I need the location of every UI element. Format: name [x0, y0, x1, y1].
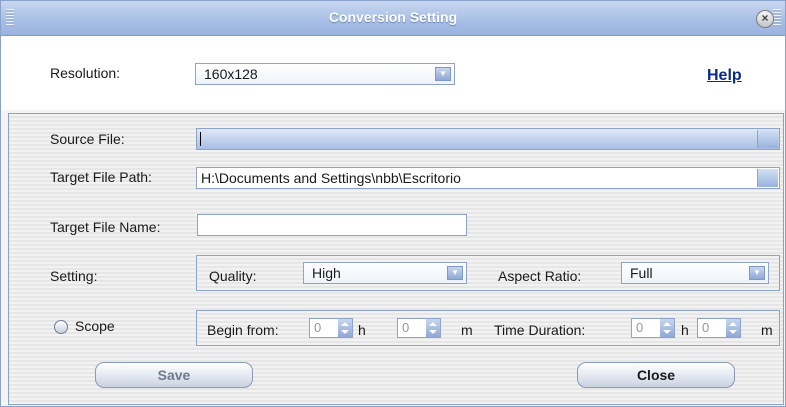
text-caret: [200, 132, 201, 146]
aspect-ratio-value: Full: [630, 265, 653, 281]
chevron-down-icon[interactable]: ▼: [749, 266, 765, 280]
spinner-arrows-icon[interactable]: [426, 319, 440, 337]
duration-minutes-unit: m: [761, 322, 773, 338]
resolution-label: Resolution:: [50, 65, 121, 81]
title-bar[interactable]: Conversion Setting ×: [1, 1, 785, 36]
window-title: Conversion Setting: [328, 9, 458, 25]
target-name-input[interactable]: [197, 214, 467, 236]
spinner-arrows-icon[interactable]: [660, 319, 674, 337]
resolution-value: 160x128: [204, 66, 258, 82]
begin-minutes-spinner[interactable]: 0: [397, 318, 441, 338]
target-path-label: Target File Path:: [50, 169, 152, 185]
resolution-select[interactable]: 160x128 ▼: [195, 63, 455, 85]
quality-value: High: [312, 265, 341, 281]
conversion-setting-window: Conversion Setting × Resolution: 160x128…: [0, 0, 786, 407]
duration-minutes-spinner[interactable]: 0: [697, 318, 741, 338]
chevron-down-icon[interactable]: ▼: [435, 67, 451, 81]
spinner-arrows-icon[interactable]: [726, 319, 740, 337]
duration-hours-spinner[interactable]: 0: [631, 318, 675, 338]
time-duration-label: Time Duration:: [494, 322, 586, 338]
scope-group: Begin from: 0 h 0 m Time Duration: 0 h 0…: [196, 310, 780, 346]
source-file-input[interactable]: [196, 128, 780, 150]
duration-hours-unit: h: [681, 322, 689, 338]
target-path-input[interactable]: H:\Documents and Settings\nbb\Escritorio: [196, 167, 780, 189]
spinner-arrows-icon[interactable]: [338, 319, 352, 337]
duration-hours-value: 0: [636, 320, 644, 335]
setting-group: Quality: High ▼ Aspect Ratio: Full ▼: [196, 255, 780, 291]
browse-target-button[interactable]: [757, 169, 778, 187]
setting-label: Setting:: [50, 268, 98, 284]
begin-minutes-value: 0: [402, 320, 410, 335]
begin-hours-unit: h: [358, 322, 366, 338]
help-link[interactable]: Help: [707, 67, 742, 85]
chevron-down-icon[interactable]: ▼: [447, 266, 463, 280]
target-name-label: Target File Name:: [50, 219, 161, 235]
begin-hours-value: 0: [314, 320, 322, 335]
begin-from-label: Begin from:: [207, 322, 279, 338]
duration-minutes-value: 0: [702, 320, 710, 335]
begin-hours-spinner[interactable]: 0: [309, 318, 353, 338]
resolution-area: Resolution: 160x128 ▼: [1, 36, 785, 110]
close-button[interactable]: Close: [577, 362, 735, 388]
target-path-value: H:\Documents and Settings\nbb\Escritorio: [201, 170, 461, 186]
aspect-ratio-select[interactable]: Full ▼: [621, 262, 769, 284]
scope-label: Scope: [75, 318, 115, 334]
save-button[interactable]: Save: [95, 362, 253, 388]
close-icon[interactable]: ×: [756, 10, 774, 28]
aspect-ratio-label: Aspect Ratio:: [498, 268, 582, 284]
begin-minutes-unit: m: [461, 322, 473, 338]
quality-select[interactable]: High ▼: [303, 262, 467, 284]
source-file-label: Source File:: [50, 131, 125, 147]
scope-radio[interactable]: [54, 320, 68, 334]
browse-source-button[interactable]: [757, 130, 778, 148]
quality-label: Quality:: [209, 268, 257, 284]
